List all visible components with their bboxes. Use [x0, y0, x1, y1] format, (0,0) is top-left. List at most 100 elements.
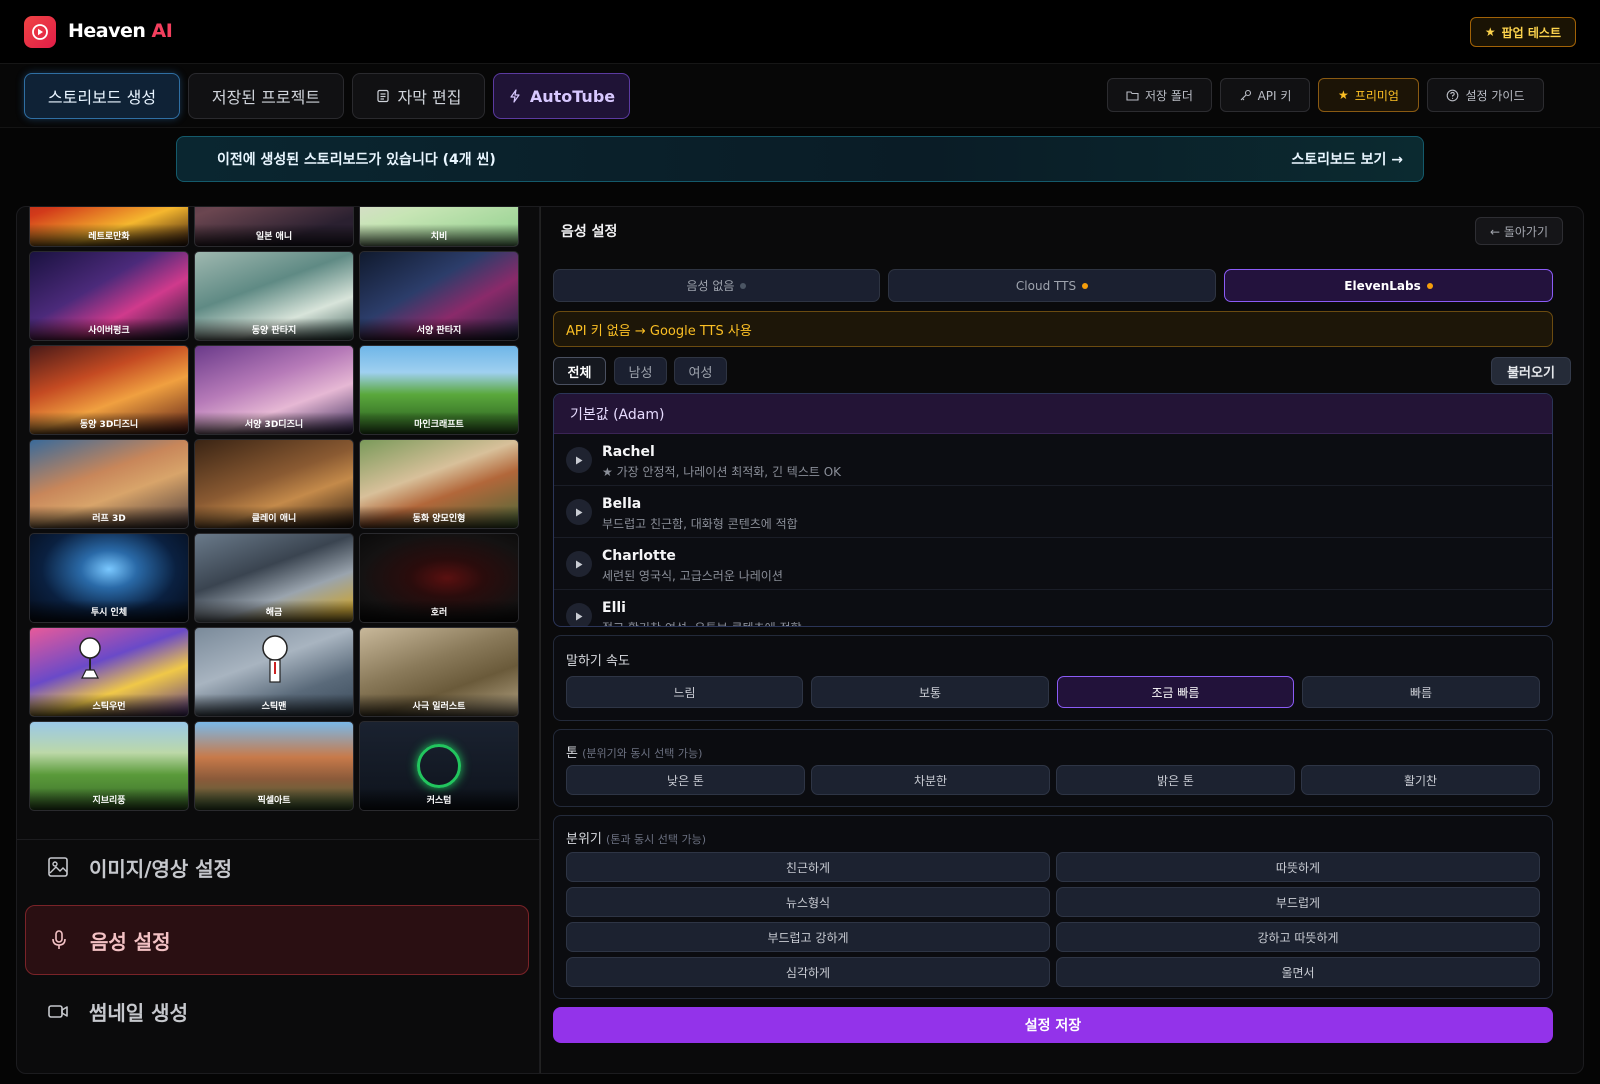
- style-card-xray-body[interactable]: 투시 인체: [29, 533, 189, 623]
- menu-image-video-settings[interactable]: 이미지/영상 설정: [25, 832, 529, 902]
- voice-item-rachel[interactable]: Rachel ★ 가장 안정적, 나레이션 최적화, 긴 텍스트 OK: [554, 434, 1552, 486]
- panel-title: 음성 설정: [561, 224, 618, 240]
- style-card-eastern-fantasy[interactable]: 동양 판타지: [194, 251, 354, 341]
- style-card-stickman[interactable]: 스틱맨: [194, 627, 354, 717]
- option-label: 활기찬: [1403, 773, 1438, 788]
- option-label: 차분한: [913, 773, 948, 788]
- style-card-eastern-3d-disney[interactable]: 동양 3D디즈니: [29, 345, 189, 435]
- option-label: 빠름: [1409, 685, 1433, 700]
- style-card-haegeum[interactable]: 해금: [194, 533, 354, 623]
- app-name-accent: AI: [151, 20, 173, 42]
- style-card-chibi[interactable]: 치비: [359, 207, 519, 247]
- api-key-button[interactable]: API 키: [1220, 78, 1310, 112]
- engine-none-button[interactable]: 음성 없음: [553, 269, 880, 302]
- voice-default-item[interactable]: 기본값 (Adam): [554, 394, 1552, 434]
- load-voices-button[interactable]: 불러오기: [1491, 357, 1571, 385]
- mood-section: 분위기 (톤과 동시 선택 가능) 친근하게 따뜻하게 뉴스형식 부드럽게 부드…: [553, 815, 1553, 999]
- logo-icon: [24, 16, 56, 48]
- tone-option-bright[interactable]: 밝은 톤: [1056, 765, 1295, 795]
- save-folder-button[interactable]: 저장 폴더: [1107, 78, 1212, 112]
- style-label: 레트로만화: [30, 224, 188, 246]
- mood-option-soft[interactable]: 부드럽게: [1056, 887, 1540, 917]
- tone-section: 톤 (분위기와 동시 선택 가능) 낮은 톤 차분한 밝은 톤 활기찬: [553, 729, 1553, 807]
- mood-option-soft-strong[interactable]: 부드럽고 강하게: [566, 922, 1050, 952]
- gender-tab-all[interactable]: 전체: [553, 357, 606, 385]
- gender-tab-male[interactable]: 남성: [614, 357, 667, 385]
- tone-option-calm[interactable]: 차분한: [811, 765, 1050, 795]
- option-label: 느림: [673, 685, 696, 700]
- option-label: 보통: [918, 685, 942, 700]
- style-card-stick-woman[interactable]: 스틱우먼: [29, 627, 189, 717]
- speed-option-normal[interactable]: 보통: [811, 676, 1049, 708]
- option-label: 부드럽게: [1275, 895, 1321, 910]
- help-circle-icon: [1447, 89, 1459, 101]
- voice-description: 젊고 활기찬 여성, 유튜브 콘텐츠에 적합: [602, 619, 802, 626]
- tone-option-low[interactable]: 낮은 톤: [566, 765, 805, 795]
- tab-label: 저장된 프로젝트: [211, 88, 321, 107]
- style-card-western-3d-disney[interactable]: 서양 3D디즈니: [194, 345, 354, 435]
- style-card-horror[interactable]: 호러: [359, 533, 519, 623]
- mood-option-serious[interactable]: 심각하게: [566, 957, 1050, 987]
- save-settings-button[interactable]: 설정 저장: [553, 1007, 1553, 1043]
- api-key-warning: API 키 없음 → Google TTS 사용: [553, 311, 1553, 347]
- mood-option-strong-warm[interactable]: 강하고 따뜻하게: [1056, 922, 1540, 952]
- menu-label: 이미지/영상 설정: [89, 856, 233, 881]
- tone-option-lively[interactable]: 활기찬: [1301, 765, 1540, 795]
- style-card-clay-anime[interactable]: 클레이 애니: [194, 439, 354, 529]
- style-card-western-fantasy[interactable]: 서양 판타지: [359, 251, 519, 341]
- mood-subtitle: (톤과 동시 선택 가능): [606, 833, 707, 846]
- play-icon[interactable]: [566, 551, 592, 577]
- style-label: 사극 일러스트: [360, 694, 518, 716]
- style-label: 커스텀: [360, 788, 518, 810]
- engine-elevenlabs-button[interactable]: ElevenLabs: [1224, 269, 1553, 302]
- tab-autotube[interactable]: AutoTube: [493, 73, 630, 119]
- tab-saved-projects[interactable]: 저장된 프로젝트: [188, 73, 344, 119]
- option-label: 부드럽고 강하게: [767, 930, 849, 945]
- style-grid[interactable]: 레트로만화 일본 애니 치비 사이버펑크 동양 판타지 서양 판타지 동양 3D…: [29, 207, 529, 827]
- play-icon[interactable]: [566, 499, 592, 525]
- style-card-cyberpunk[interactable]: 사이버펑크: [29, 251, 189, 341]
- option-label: 뉴스형식: [785, 895, 831, 910]
- engine-cloud-tts-button[interactable]: Cloud TTS: [888, 269, 1216, 302]
- voice-item-charlotte[interactable]: Charlotte 세련된 영국식, 고급스러운 나레이션: [554, 538, 1552, 590]
- style-card-custom[interactable]: 커스텀: [359, 721, 519, 811]
- popup-test-button[interactable]: ★ 팝업 테스트: [1469, 17, 1576, 47]
- menu-thumbnail-generation[interactable]: 썸네일 생성: [25, 976, 529, 1046]
- engine-label: ElevenLabs: [1344, 278, 1421, 293]
- gender-tab-female[interactable]: 여성: [674, 357, 727, 385]
- menu-voice-settings[interactable]: 음성 설정: [25, 905, 529, 975]
- voice-list[interactable]: 기본값 (Adam) Rachel ★ 가장 안정적, 나레이션 최적화, 긴 …: [553, 393, 1553, 627]
- voice-settings-panel: 음성 설정 ← 돌아가기 음성 없음 Cloud TTS ElevenLabs …: [540, 206, 1584, 1074]
- style-card-minecraft[interactable]: 마인크래프트: [359, 345, 519, 435]
- style-card-rough-3d[interactable]: 러프 3D: [29, 439, 189, 529]
- style-card-fairytale-wool-doll[interactable]: 동화 양모인형: [359, 439, 519, 529]
- style-card-historical-illust[interactable]: 사극 일러스트: [359, 627, 519, 717]
- nav-bar: 스토리보드 생성 저장된 프로젝트 자막 편집 AutoTube 저장 폴더 A…: [0, 64, 1600, 128]
- voice-item-elli[interactable]: Elli 젊고 활기찬 여성, 유튜브 콘텐츠에 적합: [554, 590, 1552, 626]
- style-card-pixel-art[interactable]: 픽셀아트: [194, 721, 354, 811]
- voice-item-bella[interactable]: Bella 부드럽고 친근함, 대화형 콘텐츠에 적합: [554, 486, 1552, 538]
- mood-option-warm[interactable]: 따뜻하게: [1056, 852, 1540, 882]
- folder-icon: [1126, 90, 1139, 101]
- premium-button[interactable]: ★ 프리미엄: [1318, 78, 1419, 112]
- style-card-retro-comic[interactable]: 레트로만화: [29, 207, 189, 247]
- mood-option-crying[interactable]: 울면서: [1056, 957, 1540, 987]
- speed-option-slow[interactable]: 느림: [566, 676, 803, 708]
- view-storyboard-link[interactable]: 스토리보드 보기 →: [1291, 149, 1403, 169]
- back-button[interactable]: ← 돌아가기: [1474, 217, 1563, 245]
- setup-guide-button[interactable]: 설정 가이드: [1427, 78, 1544, 112]
- star-icon: ★: [1484, 25, 1496, 39]
- play-icon[interactable]: [566, 447, 592, 473]
- tab-storyboard[interactable]: 스토리보드 생성: [24, 73, 180, 119]
- style-card-ghibli[interactable]: 지브리풍: [29, 721, 189, 811]
- premium-label: 프리미엄: [1354, 88, 1399, 103]
- style-card-japanese-anime[interactable]: 일본 애니: [194, 207, 354, 247]
- speed-option-fast[interactable]: 빠름: [1302, 676, 1540, 708]
- mood-option-friendly[interactable]: 친근하게: [566, 852, 1050, 882]
- tab-label: AutoTube: [529, 86, 616, 106]
- option-label: 밝은 톤: [1157, 773, 1194, 788]
- play-icon[interactable]: [566, 603, 592, 626]
- speed-option-slightly-fast[interactable]: 조금 빠름: [1057, 676, 1294, 708]
- mood-option-news[interactable]: 뉴스형식: [566, 887, 1050, 917]
- tab-subtitle-edit[interactable]: 자막 편집: [352, 73, 485, 119]
